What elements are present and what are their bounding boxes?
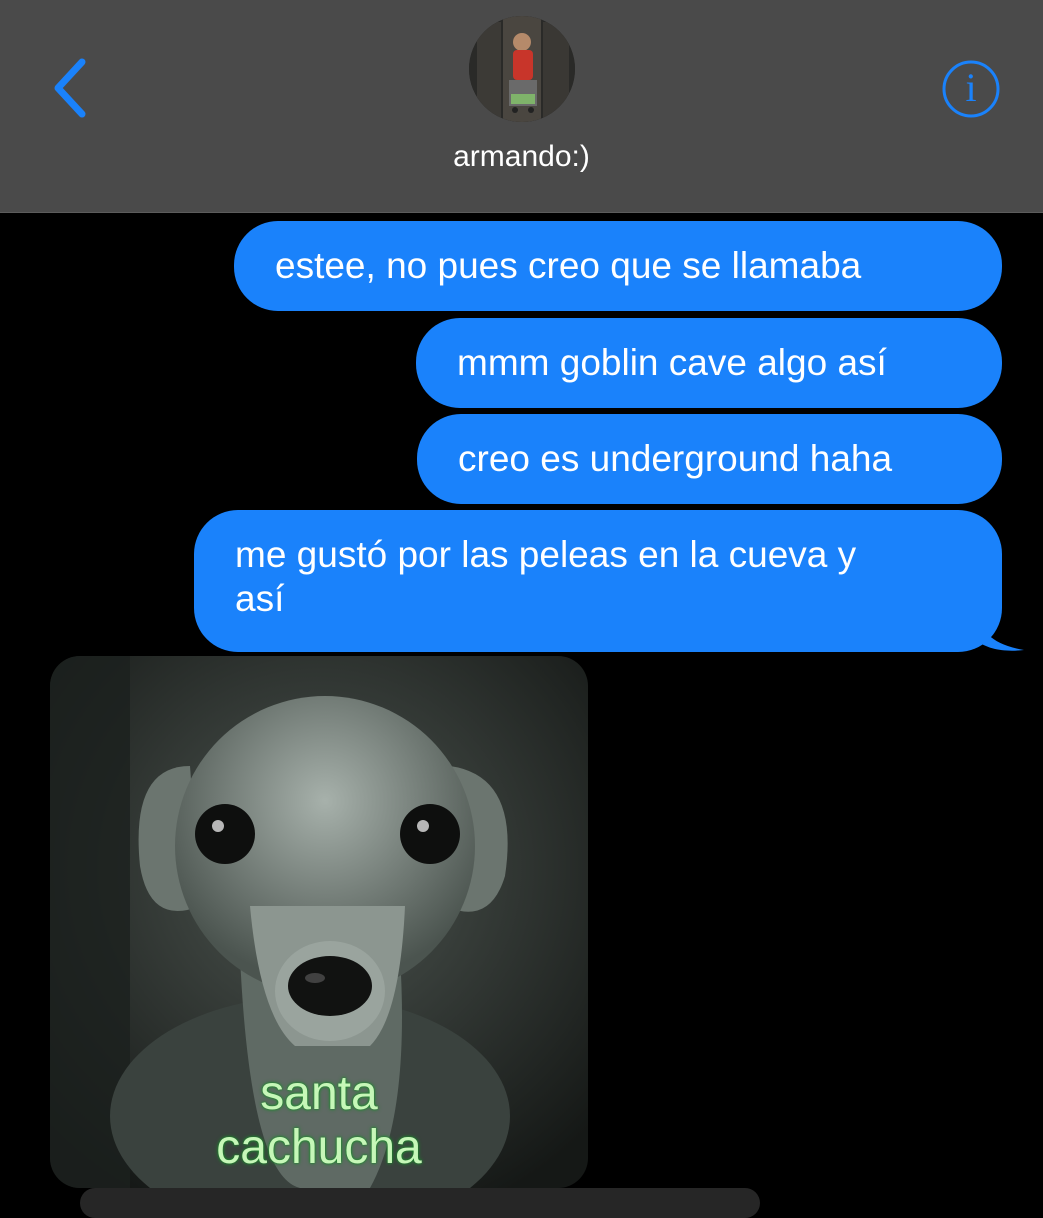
info-glyph: i <box>965 65 977 110</box>
message-bubble-sent[interactable]: me gustó por las peleas en la cueva y as… <box>194 510 1002 652</box>
message-text-line: me gustó por las peleas en la cueva y <box>235 534 857 575</box>
info-button[interactable]: i <box>940 58 1002 120</box>
chevron-left-icon <box>54 58 86 118</box>
meme-caption-line: santa <box>260 1067 378 1120</box>
back-button[interactable] <box>44 52 104 124</box>
message-bubble-sent[interactable]: estee, no pues creo que se llamaba <box>234 221 1002 311</box>
message-text: mmm goblin cave algo así <box>457 342 887 383</box>
contact-name[interactable]: armando:) <box>0 140 1043 174</box>
message-bubble-sent[interactable]: creo es underground haha <box>417 414 1002 504</box>
message-text: creo es underground haha <box>458 438 893 479</box>
meme-caption-line: cachucha <box>216 1121 422 1174</box>
message-text: estee, no pues creo que se llamaba <box>275 245 862 286</box>
bubble-tail <box>976 610 1024 651</box>
contact-avatar[interactable] <box>469 16 575 122</box>
message-bubble-sent[interactable]: mmm goblin cave algo así <box>416 318 1002 408</box>
message-text-line: así <box>235 578 285 619</box>
message-bubble-received-partial[interactable] <box>80 1188 760 1218</box>
avatar-photo <box>469 16 575 122</box>
chat-header: armando:) i <box>0 0 1043 213</box>
received-image-message[interactable]: santa cachucha <box>50 656 588 1188</box>
